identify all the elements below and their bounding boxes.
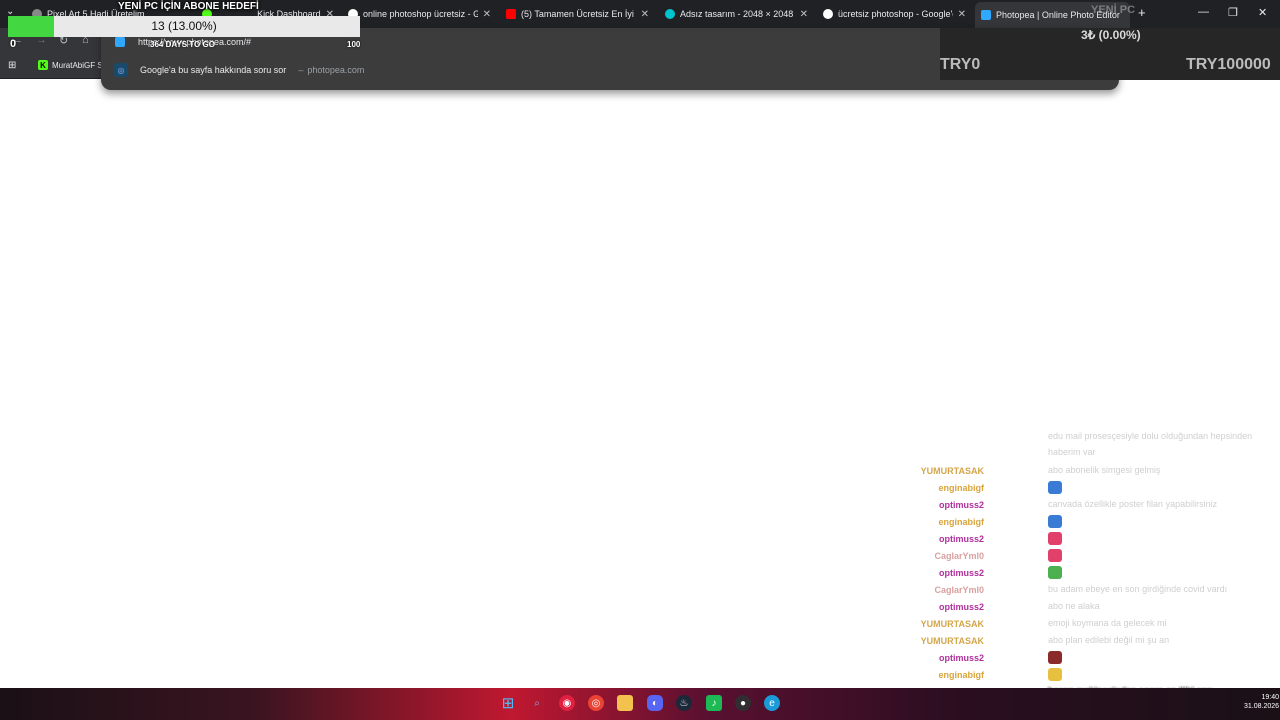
file-explorer-icon[interactable] [617,695,633,711]
donation-goal-progress: 3₺ (0.00%) [1081,28,1141,42]
kick-icon: K [38,60,48,70]
discord-icon[interactable]: ◐ [647,695,663,711]
tab-youtube[interactable]: (5) Tamamen Ücretsiz En İyi Ad ✕ [500,4,655,24]
chat-emote-icon [1048,532,1062,546]
goal-title: YENİ PC İÇİN ABONE HEDEFİ [118,1,259,12]
search-icon[interactable]: ⌕ [529,695,545,711]
chat-message: optimuss2 canvada özellikle poster filan … [939,496,1280,512]
chat-emote-icon [1048,566,1062,580]
chat-message: YUMURTASAK emoji koymana da gelecek mi [921,615,1280,631]
chat-text [1048,513,1268,529]
goal-progress-text: 13 (13.00%) [151,19,217,33]
goal-start-value: 0 [10,38,17,50]
chat-message: YUMURTASAK abo abonelik simgesi gelmiş [921,462,1280,478]
chat-message: optimuss2 [939,530,1280,546]
chat-text [1048,649,1268,665]
chat-message: YUMURTASAK abo plan edilebi değil mi şu a… [921,632,1280,648]
goal-days-left: 364 DAYS TO GO [150,40,215,49]
close-window-button[interactable]: ✕ [1258,6,1267,19]
chat-text: edu mail prosesçesiyle dolu olduğundan h… [1048,431,1253,457]
apps-grid-icon[interactable]: ⊞ [8,60,16,71]
chat-username[interactable]: YUMURTASAK [921,466,984,476]
windows-taskbar [0,688,1280,720]
chat-username[interactable]: enginabigf [939,670,985,680]
chat-message: optimuss2 [939,564,1280,580]
donation-goal-title: YENİ PC [1091,4,1136,16]
chat-message: enginabigf [939,479,1280,495]
tab-close-icon[interactable]: ✕ [800,9,808,20]
chrome-icon[interactable]: ◎ [588,695,604,711]
chat-message: CaglarYml0 [934,547,1280,563]
chat-text: abo plan edilebi değil mi şu an [1048,635,1170,645]
chat-username[interactable]: YUMURTASAK [921,619,984,629]
chat-emote-icon [1048,549,1062,563]
tab-online-photoshop-search[interactable]: online photoshop ücretsiz - Go ✕ [342,4,497,24]
chat-username[interactable]: enginabigf [939,517,985,527]
minimize-button[interactable]: — [1198,6,1209,18]
chat-username[interactable]: optimuss2 [939,500,984,510]
chat-username[interactable]: optimuss2 [939,534,984,544]
tab-close-icon[interactable]: ✕ [958,9,966,20]
lens-icon: ◎ [114,63,128,77]
chat-text: abo ne alaka [1048,601,1100,611]
bookmark-kick[interactable]: K MuratAbiGF S [38,60,103,70]
taskbar-clock[interactable]: 19:40 31.08.2026 [1244,693,1279,711]
new-tab-button[interactable]: + [1138,5,1146,20]
chat-message: enginabigf [939,513,1280,529]
chat-emote-icon [1048,651,1062,665]
chat-message: edu mail prosesçesiyle dolu olduğundan h… [940,428,1280,460]
windows-start-icon[interactable]: ⊞ [500,695,516,712]
donation-goal-end: TRY100000 [1186,56,1271,73]
maximize-button[interactable]: ❐ [1228,6,1238,19]
goal-progress-bar: 13 (13.00%) [8,16,360,37]
chat-emote-icon [1048,481,1062,495]
canva-icon [665,9,675,19]
tab-close-icon[interactable]: ✕ [641,9,649,20]
tab-free-photoshop-search[interactable]: ücretsiz photoshop - Google'da ✕ [817,4,972,24]
tab-close-icon[interactable]: ✕ [483,9,491,20]
chat-emote-icon [1048,515,1062,529]
donation-goal-start: TRY0 [940,56,981,73]
google-icon [823,9,833,19]
chat-text [1048,479,1268,495]
chat-emote-icon [1048,668,1062,682]
chat-username[interactable]: CaglarYml0 [934,551,984,561]
spotify-icon[interactable]: ♪ [706,695,722,711]
chat-username[interactable]: enginabigf [939,483,985,493]
chat-text [1048,666,1268,682]
edge-icon[interactable]: e [764,695,780,711]
app-icon[interactable]: ◉ [559,695,575,711]
photopea-icon [115,37,125,47]
chat-text: emoji koymana da gelecek mi [1048,618,1167,628]
chat-username[interactable]: CaglarYml0 [934,585,984,595]
tab-canva-design[interactable]: Adsız tasarım - 2048 × 2048 px ✕ [659,4,814,24]
chat-text [1048,547,1268,563]
chat-message: CaglarYml0 bu adam ebeye en son girdiğind… [934,581,1280,597]
chat-text: abo abonelik simgesi gelmiş [1048,465,1161,475]
chat-message: optimuss2 abo ne alaka [939,598,1280,614]
chat-username[interactable]: optimuss2 [939,568,984,578]
photopea-icon [981,10,991,20]
chat-username[interactable]: optimuss2 [939,653,984,663]
chat-text [1048,564,1268,580]
chat-text [1048,530,1268,546]
chat-text: bu adam ebeye en son girdiğinde covid va… [1048,584,1228,594]
youtube-icon [506,9,516,19]
obs-icon[interactable]: ● [735,695,751,711]
chat-username[interactable]: YUMURTASAK [921,636,984,646]
steam-icon[interactable]: ♨ [676,695,692,711]
chat-message: optimuss2 [939,649,1280,665]
goal-end-value: 100 [347,40,361,49]
chat-username[interactable]: optimuss2 [939,602,984,612]
chat-message: enginabigf [939,666,1280,682]
chat-text: canvada özellikle poster filan yapabilir… [1048,499,1218,509]
